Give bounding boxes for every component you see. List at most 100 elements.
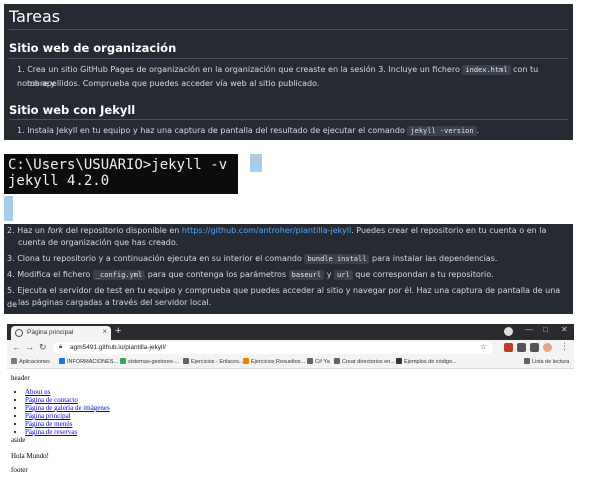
item-text: Modifica el fichero	[17, 270, 91, 279]
item-text: Clona tu repositorio y a continuación ej…	[17, 254, 302, 263]
reading-list-button[interactable]: Lista de lectura	[524, 358, 569, 365]
inline-code: index.html	[462, 65, 511, 75]
list-item: Página de reservas	[25, 428, 110, 436]
jekyll-heading: Sitio web con Jekyll	[9, 103, 136, 117]
avatar[interactable]	[543, 343, 552, 352]
page-main-text: Hola Mundo!	[11, 452, 49, 460]
item-text: y	[326, 270, 332, 279]
bookmark-icon	[59, 358, 65, 364]
reload-icon[interactable]: ↻	[39, 342, 47, 353]
bookmark-icon	[120, 358, 126, 364]
item-text: . Puedes crear el repositorio en tu cuen…	[351, 226, 547, 235]
repo-link[interactable]: https://github.com/antroher/plantilla-je…	[182, 226, 351, 235]
nav-link[interactable]: Página de reservas	[25, 428, 77, 436]
item-text: Crea un sitio GitHub Pages de organizaci…	[27, 65, 460, 74]
url-text: agm5491.github.io/plantilla-jekyll/	[70, 344, 166, 351]
steps-panel: 2. Haz un fork del repositorio disponibl…	[4, 224, 573, 314]
item-text: .	[476, 126, 480, 135]
bookmark-item[interactable]: sistemas-gestores-...	[120, 358, 179, 365]
extension-icon[interactable]	[504, 343, 513, 352]
address-bar: ← → ↻ 🔒︎ agm5491.github.io/plantilla-jek…	[7, 340, 574, 356]
apps-icon	[11, 358, 17, 364]
page-header: header	[11, 374, 30, 382]
inline-code: jekyll -version	[407, 126, 477, 136]
step-3: 3. Clona tu repositorio y a continuación…	[7, 252, 567, 266]
bookmark-item[interactable]: Ejercicios - Enlaces...	[183, 358, 244, 365]
nav-link[interactable]: Página de menús	[25, 420, 72, 428]
list-item: Página de menús	[25, 420, 110, 428]
divider	[9, 58, 568, 59]
inline-code: url	[334, 270, 353, 280]
nav-link[interactable]: Página de galería de imágenes	[25, 404, 110, 412]
list-item: Página de contacto	[25, 396, 110, 404]
tab-pagina-principal[interactable]: Página principal ×	[11, 326, 111, 340]
item-number: 3.	[7, 254, 15, 263]
item-number: 1.	[17, 126, 25, 135]
lock-icon: 🔒︎	[59, 344, 63, 350]
inline-code: bundle install	[304, 254, 370, 264]
tareas-title: Tareas	[9, 7, 61, 26]
extension-icon[interactable]	[517, 343, 526, 352]
inline-code: _config.yml	[92, 270, 146, 280]
bookmarks-bar: Aplicaciones INFORMACIONES... sistemas-g…	[7, 356, 574, 369]
page-aside: aside	[11, 436, 26, 444]
item-text: del repositorio disponible en	[65, 226, 180, 235]
selection-highlight	[4, 196, 13, 221]
step-2-line2: cuenta de organización que has creado.	[18, 238, 179, 247]
tab-title: Página principal	[27, 329, 74, 336]
bookmark-icon	[307, 358, 313, 364]
list-item: About us	[25, 388, 110, 396]
forward-icon[interactable]: →	[25, 342, 34, 352]
bookmark-icon	[243, 358, 249, 364]
minimize-button[interactable]: —	[525, 325, 533, 334]
terminal-line: jekyll 4.2.0	[8, 173, 110, 189]
tareas-panel: Tareas Sitio web de organización 1. Crea…	[4, 4, 573, 140]
close-window-button[interactable]: ✕	[561, 325, 568, 334]
page-content: header About us Página de contacto Págin…	[7, 369, 574, 484]
maximize-button[interactable]: □	[543, 325, 548, 334]
bookmark-item[interactable]: Ejemplos de código...	[396, 358, 457, 365]
list-item: Página principal	[25, 412, 110, 420]
item-number: 4.	[7, 270, 15, 279]
profile-icon[interactable]	[504, 327, 513, 336]
nav-link[interactable]: Página de contacto	[25, 396, 78, 404]
item-text: Instala Jekyll en tu equipo y haz una ca…	[27, 126, 405, 135]
nav-link[interactable]: Página principal	[25, 412, 71, 420]
reading-list-icon	[524, 358, 530, 364]
bookmark-icon	[334, 358, 340, 364]
bookmark-item[interactable]: Ejercicios Resueltos...	[243, 358, 305, 365]
item-text: que correspondan a tu repositorio.	[355, 270, 494, 279]
terminal-output: C:\Users\USUARIO>jekyll -v jekyll 4.2.0	[4, 154, 238, 194]
menu-icon[interactable]: ⋮	[560, 341, 569, 352]
org-task-item-line2: tus apellidos. Comprueba que puedes acce…	[27, 79, 320, 88]
divider	[9, 119, 568, 120]
bookmark-item[interactable]: C# Ya	[307, 358, 330, 365]
star-icon[interactable]: ☆	[480, 342, 487, 351]
divider	[9, 29, 568, 30]
nav-link[interactable]: About us	[25, 388, 50, 396]
terminal-line: C:\Users\USUARIO>jekyll -v	[8, 157, 228, 173]
item-number: 5.	[7, 286, 15, 295]
bookmark-item[interactable]: Crear directorios en...	[334, 358, 395, 365]
bookmark-item[interactable]: INFORMACIONES...	[59, 358, 118, 365]
back-icon[interactable]: ←	[12, 342, 21, 352]
org-heading: Sitio web de organización	[9, 41, 177, 55]
globe-icon	[15, 329, 23, 337]
bookmark-item[interactable]: Aplicaciones	[11, 358, 50, 365]
tab-bar: Página principal × + — □ ✕	[7, 324, 574, 340]
url-input[interactable]: 🔒︎ agm5491.github.io/plantilla-jekyll/ ☆	[53, 342, 493, 354]
item-text: para instalar las dependencias.	[372, 254, 498, 263]
step-5-line2: las páginas cargadas a través del servid…	[18, 298, 212, 307]
item-text-em: fork	[47, 226, 64, 235]
selection-highlight	[250, 154, 262, 172]
item-number: 1.	[17, 65, 25, 74]
inline-code: baseurl	[288, 270, 325, 280]
bookmark-icon	[396, 358, 402, 364]
item-text: para que contenga los parámetros	[147, 270, 287, 279]
browser-window: Página principal × + — □ ✕ ← → ↻ 🔒︎ agm5…	[7, 324, 574, 484]
puzzle-icon[interactable]	[530, 343, 539, 352]
close-icon[interactable]: ×	[102, 327, 107, 336]
nav-list: About us Página de contacto Página de ga…	[11, 388, 110, 436]
new-tab-button[interactable]: +	[115, 325, 121, 337]
item-number: 2.	[7, 226, 15, 235]
